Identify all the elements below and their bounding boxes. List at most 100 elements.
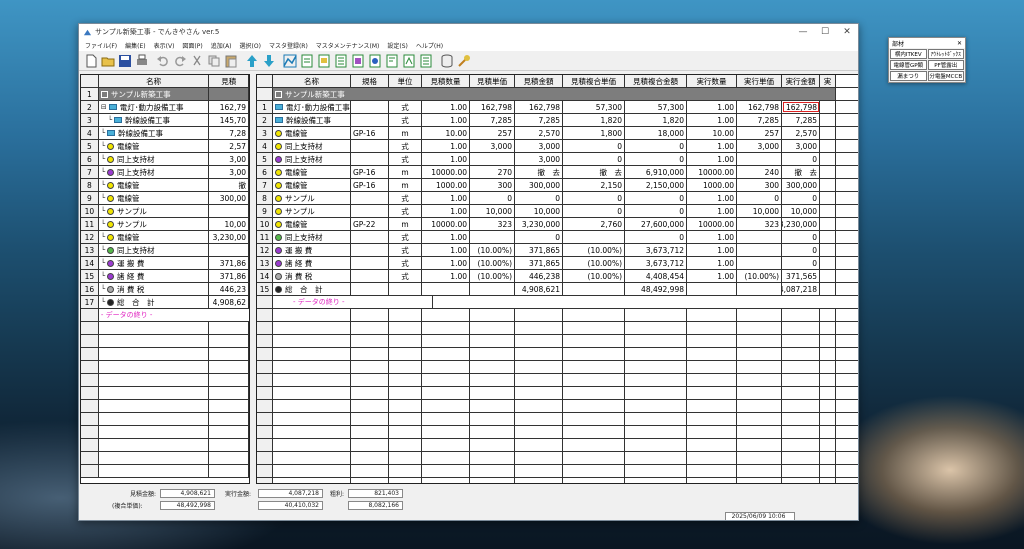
- cell[interactable]: 10,000: [515, 205, 563, 217]
- detail-row[interactable]: 8 サンプル 式 1.00 0 0 0 0 1.00 0 0: [257, 192, 858, 205]
- cell[interactable]: 1.00: [687, 192, 737, 204]
- tree-row[interactable]: 1 サンプル新築工事: [81, 88, 249, 101]
- cell[interactable]: 10,000: [470, 205, 515, 217]
- sheet2-icon[interactable]: [316, 53, 332, 69]
- palette-button-5[interactable]: 分電盤MCCB: [927, 71, 964, 81]
- cell[interactable]: 式: [389, 153, 422, 165]
- cell[interactable]: 3,000: [515, 153, 563, 165]
- cell[interactable]: [737, 257, 782, 269]
- cell[interactable]: 電線管: [273, 179, 351, 191]
- cell[interactable]: 0: [563, 140, 625, 152]
- cell[interactable]: 0: [782, 153, 820, 165]
- cell[interactable]: 446,238: [515, 270, 563, 282]
- cell[interactable]: 2,570: [782, 127, 820, 139]
- sheet6-icon[interactable]: [384, 53, 400, 69]
- tree-row[interactable]: 12 └ 電線管 3,230,00: [81, 231, 249, 244]
- cell[interactable]: 電線管: [273, 218, 351, 230]
- tree-item[interactable]: ⊟ 電灯･動力設備工事: [99, 101, 210, 113]
- move-down-icon[interactable]: [261, 53, 277, 69]
- tree-row[interactable]: 9 └ 電線管 300,00: [81, 192, 249, 205]
- cell[interactable]: (10.00%): [563, 270, 625, 282]
- detail-row[interactable]: 6 電線管 GP-16 m 10000.00 270 撤 去 撤 去 6,910,000 1000…: [257, 166, 858, 179]
- cell[interactable]: 式: [389, 114, 422, 126]
- undo-icon[interactable]: [155, 53, 171, 69]
- cell[interactable]: 撤 去: [782, 166, 820, 178]
- cell[interactable]: 7,285: [782, 114, 820, 126]
- palette-button-4[interactable]: 漏まつり: [890, 71, 927, 81]
- sheet1-icon[interactable]: [299, 53, 315, 69]
- cell[interactable]: [737, 244, 782, 256]
- cell[interactable]: 6,910,000: [625, 166, 687, 178]
- sheet3-icon[interactable]: [333, 53, 349, 69]
- column-header[interactable]: 見積単価: [470, 75, 515, 87]
- cell[interactable]: 2,760: [563, 218, 625, 230]
- copy-icon[interactable]: [206, 53, 222, 69]
- column-header[interactable]: 実: [820, 75, 836, 87]
- maximize-button[interactable]: ☐: [814, 24, 836, 40]
- cell[interactable]: 同上支持材: [273, 231, 351, 243]
- tree-item[interactable]: └ 幹線設備工事: [99, 114, 210, 126]
- cell[interactable]: 7,285: [515, 114, 563, 126]
- tree-item[interactable]: └ 運 搬 費: [99, 257, 210, 269]
- cell[interactable]: 1.00: [687, 153, 737, 165]
- new-file-icon[interactable]: [83, 53, 99, 69]
- column-header[interactable]: 見積数量: [422, 75, 470, 87]
- tree-row[interactable]: 17 └ 総 合 計 4,908,62: [81, 296, 249, 309]
- detail-row[interactable]: 13 諸 経 費 式 1.00 (10.00%) 371,865 (10.00%) 3,673…: [257, 257, 858, 270]
- cell[interactable]: 162,798: [470, 101, 515, 113]
- tree-row[interactable]: 4 └ 幹線設備工事 7,28: [81, 127, 249, 140]
- cell[interactable]: [470, 231, 515, 243]
- cell[interactable]: 0: [563, 153, 625, 165]
- cell[interactable]: 3,230,000: [515, 218, 563, 230]
- cell[interactable]: GP-16: [351, 166, 389, 178]
- palette-close-icon[interactable]: ✕: [957, 40, 962, 47]
- palette-button-2[interactable]: 電線管GP類: [890, 60, 927, 70]
- column-header[interactable]: 名称: [273, 75, 351, 87]
- cell[interactable]: 10000.00: [422, 218, 470, 230]
- sheet4-icon[interactable]: [350, 53, 366, 69]
- cell[interactable]: 1.00: [687, 205, 737, 217]
- cell[interactable]: 2,150: [563, 179, 625, 191]
- tree-item[interactable]: └ 同上支持材: [99, 166, 210, 178]
- palette-button-3[interactable]: PF管露出: [927, 60, 964, 70]
- column-header[interactable]: 見積金額: [515, 75, 563, 87]
- detail-row[interactable]: 11 同上支持材 式 1.00 0 0 1.00 0: [257, 231, 858, 244]
- cell[interactable]: 270: [470, 166, 515, 178]
- tree-item[interactable]: └ 幹線設備工事: [99, 127, 210, 139]
- cell[interactable]: 0: [782, 244, 820, 256]
- cell[interactable]: [563, 231, 625, 243]
- cell[interactable]: 1.00: [687, 270, 737, 282]
- cell[interactable]: 0: [625, 192, 687, 204]
- paste-icon[interactable]: [223, 53, 239, 69]
- sheet5-icon[interactable]: [367, 53, 383, 69]
- tree-item[interactable]: └ サンプル: [99, 205, 210, 217]
- cell[interactable]: 10,000: [737, 205, 782, 217]
- cell[interactable]: 300: [470, 179, 515, 191]
- cell[interactable]: m: [389, 179, 422, 191]
- cell[interactable]: 371,565: [782, 270, 820, 282]
- cell[interactable]: 1000.00: [422, 179, 470, 191]
- tree-item[interactable]: └ 総 合 計: [99, 296, 210, 308]
- tree-item[interactable]: └ 電線管: [99, 140, 210, 152]
- cell[interactable]: 消 費 税: [273, 270, 351, 282]
- cell[interactable]: 式: [389, 270, 422, 282]
- cell[interactable]: 同上支持材: [273, 153, 351, 165]
- cell[interactable]: 式: [389, 231, 422, 243]
- cell[interactable]: 1.00: [687, 244, 737, 256]
- cell[interactable]: 10.00: [687, 127, 737, 139]
- cell[interactable]: GP-16: [351, 127, 389, 139]
- cell[interactable]: 式: [389, 192, 422, 204]
- cell[interactable]: 電線管: [273, 166, 351, 178]
- tree-item[interactable]: └ 諸 経 費: [99, 270, 210, 282]
- cell[interactable]: 18,000: [625, 127, 687, 139]
- cell[interactable]: 0: [625, 205, 687, 217]
- cell[interactable]: m: [389, 218, 422, 230]
- cell[interactable]: 1.00: [422, 205, 470, 217]
- cell[interactable]: 幹線設備工事: [273, 114, 351, 126]
- save-icon[interactable]: [117, 53, 133, 69]
- cell[interactable]: 1.00: [422, 153, 470, 165]
- cell[interactable]: 0: [470, 192, 515, 204]
- column-header-name[interactable]: 名称: [98, 75, 210, 87]
- column-header[interactable]: 見積複合単価: [563, 75, 625, 87]
- menu-item-2[interactable]: 表示(V): [150, 41, 179, 50]
